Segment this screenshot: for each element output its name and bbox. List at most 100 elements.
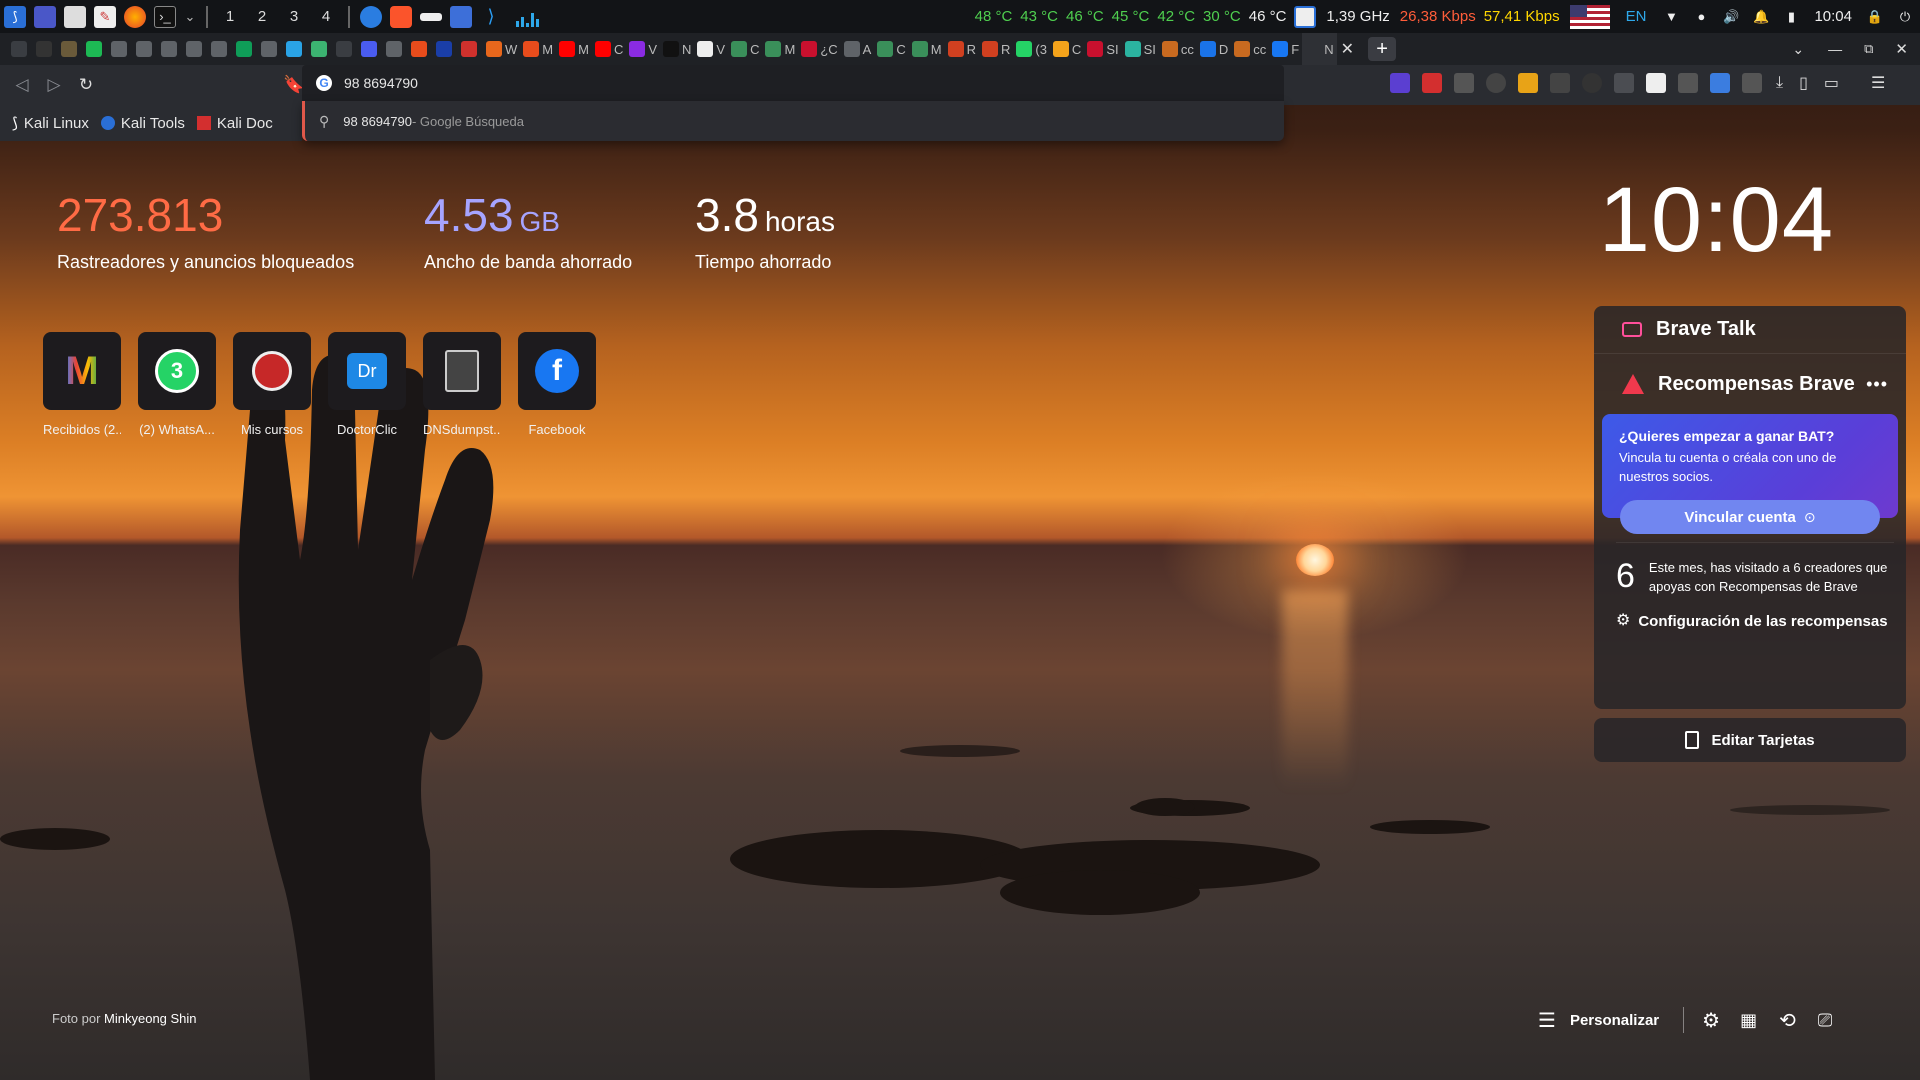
bookmark-kali-linux[interactable]: ⟆ Kali Linux — [12, 114, 89, 133]
tab[interactable] — [83, 33, 108, 65]
close-window-icon[interactable]: ✕ — [1895, 40, 1908, 58]
top-site-dnsdumpster[interactable]: DNSdumpst... — [423, 332, 501, 437]
chevron-down-icon[interactable]: ⌄ — [184, 6, 196, 28]
bookmark-kali-tools[interactable]: Kali Tools — [100, 115, 185, 132]
brave-talk-card[interactable]: Brave Talk — [1594, 306, 1906, 354]
tab[interactable]: ¿C — [798, 33, 840, 65]
settings-gear-icon[interactable]: ⚙ — [1702, 1008, 1720, 1033]
bookmark-kali-doc[interactable]: Kali Doc — [196, 115, 273, 132]
extension-icon[interactable] — [1614, 73, 1634, 93]
tab[interactable] — [208, 33, 233, 65]
back-icon[interactable]: ◁ — [8, 71, 36, 99]
download-icon[interactable]: ⤓ — [1776, 74, 1783, 92]
vscode-icon[interactable]: ⟩ — [480, 6, 502, 28]
customize-icon[interactable]: ☰ — [1538, 1008, 1556, 1033]
record-icon[interactable]: ● — [1690, 6, 1712, 28]
tab[interactable]: SI — [1084, 33, 1121, 65]
tab[interactable]: F — [1269, 33, 1302, 65]
volume-icon[interactable]: 🔊 — [1720, 6, 1742, 28]
tab[interactable]: SI — [1122, 33, 1159, 65]
tab[interactable] — [383, 33, 408, 65]
tab[interactable] — [133, 33, 158, 65]
tab[interactable] — [408, 33, 433, 65]
top-site-mis-cursos[interactable]: Mis cursos — [233, 332, 311, 437]
reload-icon[interactable]: ↻ — [72, 71, 100, 99]
tab[interactable] — [333, 33, 358, 65]
tab[interactable]: C — [874, 33, 908, 65]
terminal-icon[interactable]: ›_ — [154, 5, 176, 28]
file-manager-icon[interactable] — [64, 5, 86, 28]
us-flag-icon[interactable] — [1569, 4, 1610, 29]
tab[interactable] — [358, 33, 383, 65]
extension-icon[interactable] — [1422, 73, 1442, 93]
tab[interactable] — [233, 33, 258, 65]
forward-icon[interactable]: ▷ — [40, 71, 68, 99]
tab[interactable]: C — [728, 33, 762, 65]
tab[interactable] — [458, 33, 483, 65]
workspace-2[interactable]: 2 — [246, 8, 278, 25]
app-icon[interactable] — [360, 5, 382, 28]
tab[interactable]: cc — [1159, 33, 1197, 65]
tab[interactable]: V — [694, 33, 728, 65]
close-tab-icon[interactable]: ✕ — [1341, 39, 1354, 59]
tab[interactable] — [183, 33, 208, 65]
tab[interactable]: M — [556, 33, 592, 65]
tab[interactable]: D — [1197, 33, 1231, 65]
history-icon[interactable]: ⟲ — [1779, 1008, 1796, 1033]
tab[interactable]: M — [909, 33, 945, 65]
workspace-3[interactable]: 3 — [278, 8, 310, 25]
power-icon[interactable]: ⏻ — [1894, 6, 1916, 28]
extension-icon[interactable] — [1454, 73, 1474, 93]
tab[interactable] — [308, 33, 333, 65]
puzzle-icon[interactable] — [1742, 73, 1762, 93]
extension-icon[interactable] — [1390, 73, 1410, 93]
notification-bell-icon[interactable]: 🔔 — [1750, 6, 1772, 28]
tab[interactable]: V — [626, 33, 660, 65]
address-input[interactable]: 98 8694790 — [344, 75, 418, 91]
tab[interactable]: (3 — [1013, 33, 1050, 65]
new-tab-button[interactable]: + — [1368, 37, 1397, 61]
tab[interactable]: M — [762, 33, 798, 65]
minimize-icon[interactable]: — — [1828, 41, 1842, 57]
tab[interactable]: C — [1050, 33, 1084, 65]
extension-icon[interactable] — [1582, 73, 1602, 93]
extension-icon[interactable] — [1518, 73, 1538, 93]
more-options-icon[interactable]: ••• — [1866, 374, 1888, 395]
link-account-button[interactable]: Vincular cuenta ⊙ — [1620, 500, 1880, 534]
top-site-gmail[interactable]: M Recibidos (2... — [43, 332, 121, 437]
tab[interactable]: M — [520, 33, 556, 65]
folder-icon[interactable] — [450, 5, 472, 28]
kali-menu-icon[interactable]: ⟆ — [4, 5, 26, 28]
customize-button[interactable]: Personalizar — [1570, 1012, 1659, 1029]
lock-icon[interactable]: 🔒 — [1864, 6, 1886, 28]
top-site-whatsapp[interactable]: 3 (2) WhatsA... — [138, 332, 216, 437]
tab[interactable] — [283, 33, 308, 65]
wallet-icon[interactable]: ▭ — [1824, 73, 1839, 93]
desktop-icon[interactable] — [34, 5, 56, 28]
extension-icon[interactable] — [1710, 73, 1730, 93]
tab[interactable] — [33, 33, 58, 65]
brave-talk-icon[interactable]: ⎚ — [1818, 1010, 1832, 1031]
tab[interactable] — [8, 33, 33, 65]
wifi-icon[interactable]: ▼ — [1660, 6, 1682, 28]
tab[interactable]: A — [841, 33, 875, 65]
sidebar-icon[interactable]: ▯ — [1799, 73, 1808, 93]
tab[interactable]: C — [592, 33, 626, 65]
system-clock[interactable]: 10:04 — [1814, 8, 1852, 25]
brave-icon[interactable] — [390, 5, 412, 28]
window-icon[interactable] — [420, 12, 442, 21]
top-site-doctorclic[interactable]: Dr DoctorClic — [328, 332, 406, 437]
tab[interactable]: W — [483, 33, 520, 65]
tab[interactable]: N — [660, 33, 694, 65]
extension-icon[interactable] — [1550, 73, 1570, 93]
tab[interactable]: R — [979, 33, 1013, 65]
tab[interactable] — [108, 33, 133, 65]
tab[interactable] — [433, 33, 458, 65]
top-site-facebook[interactable]: f Facebook — [518, 332, 596, 437]
restore-icon[interactable]: ⧉ — [1864, 41, 1873, 57]
firefox-icon[interactable] — [124, 5, 146, 28]
workspace-1[interactable]: 1 — [214, 8, 246, 25]
tab-search-icon[interactable]: ⌄ — [1792, 41, 1804, 58]
tab[interactable] — [58, 33, 83, 65]
battery-icon[interactable]: ▮ — [1780, 6, 1802, 28]
